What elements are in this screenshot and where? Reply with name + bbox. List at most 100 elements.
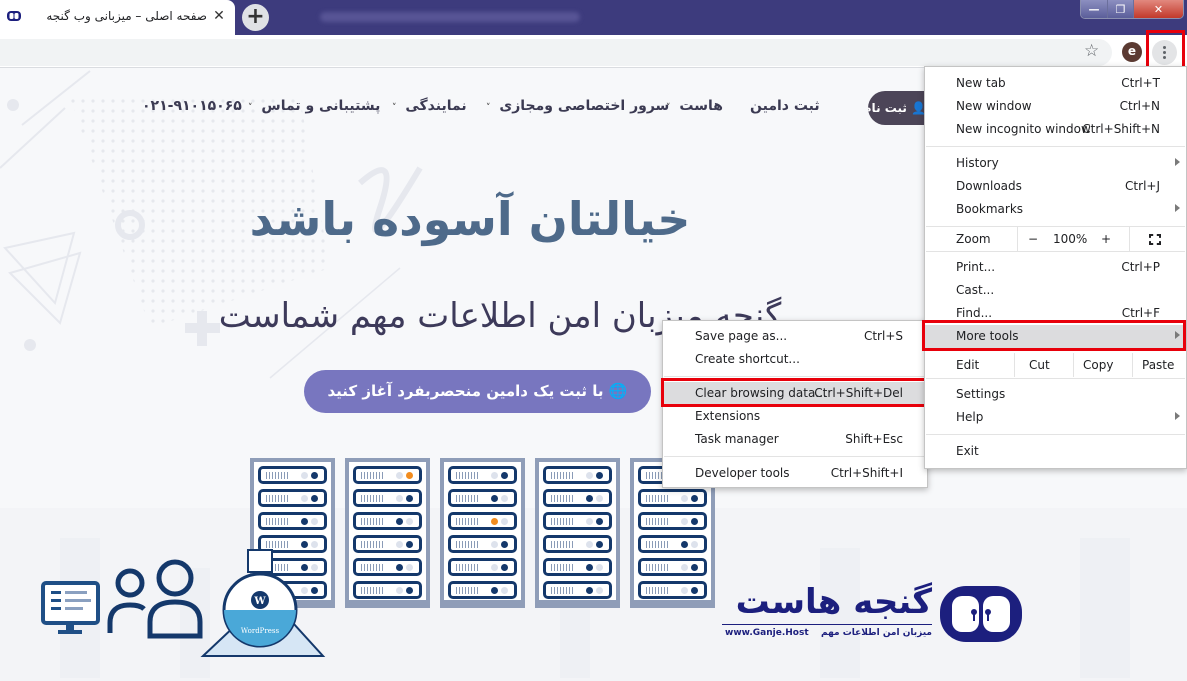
status-led (491, 541, 498, 548)
menu-item-history[interactable]: History (925, 152, 1186, 175)
copy-button[interactable]: Copy (1083, 353, 1113, 377)
blurred-window-title (320, 12, 580, 22)
vent-bars (551, 495, 573, 502)
status-led (596, 587, 603, 594)
menu-item-cast[interactable]: Cast... (925, 279, 1186, 302)
status-led (396, 518, 403, 525)
status-led (406, 495, 413, 502)
server-unit (543, 535, 612, 553)
paste-button[interactable]: Paste (1142, 353, 1174, 377)
status-led (501, 541, 508, 548)
server-unit (258, 512, 327, 530)
menu-item-new-incognito-window[interactable]: New incognito window Ctrl+Shift+N (925, 118, 1186, 141)
nav-label: نمایندگی (405, 98, 467, 114)
status-led (311, 541, 318, 548)
register-domain-cta-button[interactable]: 🌐 با ثبت یک دامین منحصربفرد آغاز کنید (304, 370, 651, 413)
status-led (406, 518, 413, 525)
browser-window: صفحه اصلی – میزبانی وب گنجه ✕ + — ❐ ✕ ☆ … (0, 0, 1187, 681)
dot (1163, 51, 1166, 54)
status-led (681, 518, 688, 525)
vent-bars (551, 541, 573, 548)
vent-bars (646, 495, 668, 502)
menu-item-developer-tools[interactable]: Developer tools Ctrl+Shift+I (663, 462, 927, 485)
menu-label: Extensions (695, 409, 761, 423)
signup-label: ثبت نام (868, 101, 907, 115)
tab-active[interactable]: صفحه اصلی – میزبانی وب گنجه ✕ (0, 0, 235, 35)
nav-item-reseller[interactable]: نمایندگی ˅ (392, 98, 467, 114)
status-led (406, 587, 413, 594)
phone-number[interactable]: ۰۲۱-۹۱۰۱۵۰۶۵ (142, 98, 242, 114)
status-led (681, 495, 688, 502)
menu-separator (926, 434, 1185, 435)
status-led (406, 472, 413, 479)
vent-bars (551, 564, 573, 571)
minimize-button[interactable]: — (1081, 0, 1108, 18)
menu-item-save-page[interactable]: Save page as... Ctrl+S (663, 325, 927, 348)
vent-bars (266, 495, 288, 502)
menu-item-settings[interactable]: Settings (925, 383, 1186, 406)
status-led (691, 518, 698, 525)
close-window-button[interactable]: ✕ (1134, 0, 1183, 18)
menu-item-find[interactable]: Find... Ctrl+F (925, 302, 1186, 325)
menu-item-create-shortcut[interactable]: Create shortcut... (663, 348, 927, 371)
new-tab-button[interactable]: + (242, 4, 269, 31)
menu-shortcut: Ctrl+Shift+Del (814, 386, 903, 400)
vent-bars (456, 495, 478, 502)
menu-label: Clear browsing data... (695, 386, 827, 400)
nav-item-servers[interactable]: سرور اختصاصی ومجازی ˅ (486, 98, 669, 114)
ganje-logo-icon (940, 586, 1022, 642)
server-unit (258, 581, 327, 599)
server-unit (543, 581, 612, 599)
menu-label: Developer tools (695, 466, 790, 480)
profile-avatar[interactable]: e (1122, 42, 1142, 62)
server-unit (543, 489, 612, 507)
menu-item-exit[interactable]: Exit (925, 440, 1186, 463)
menu-item-extensions[interactable]: Extensions (663, 405, 927, 428)
vent-bars (456, 472, 478, 479)
menu-item-downloads[interactable]: Downloads Ctrl+J (925, 175, 1186, 198)
restore-button[interactable]: ❐ (1108, 0, 1134, 18)
menu-item-new-window[interactable]: New window Ctrl+N (925, 95, 1186, 118)
menu-item-print[interactable]: Print... Ctrl+P (925, 256, 1186, 279)
zoom-row: Zoom − 100% + (925, 227, 1186, 251)
close-tab-icon[interactable]: ✕ (211, 8, 227, 24)
server-unit (543, 512, 612, 530)
menu-label: Print... (956, 260, 996, 274)
server-unit (638, 489, 707, 507)
status-led (406, 564, 413, 571)
status-led (596, 472, 603, 479)
address-bar[interactable] (0, 39, 1112, 66)
zoom-level: 100% (1053, 232, 1088, 246)
nav-item-host[interactable]: هاست ˅ (666, 98, 723, 114)
menu-label: New window (956, 99, 1032, 113)
cut-button[interactable]: Cut (1029, 353, 1050, 377)
menu-item-clear-browsing-data[interactable]: Clear browsing data... Ctrl+Shift+Del (663, 382, 927, 405)
menu-item-more-tools[interactable]: More tools (925, 325, 1186, 348)
server-rack (440, 458, 525, 608)
nav-label: ثبت دامین (750, 98, 820, 114)
zoom-in-button[interactable]: + (1101, 227, 1111, 251)
fullscreen-icon[interactable] (1149, 234, 1161, 245)
three-dots-vertical-icon (1163, 46, 1166, 49)
submenu-arrow-icon (1175, 204, 1180, 212)
vent-bars (361, 472, 383, 479)
nav-item-domain[interactable]: ثبت دامین (750, 98, 820, 114)
menu-item-task-manager[interactable]: Task manager Shift+Esc (663, 428, 927, 451)
status-led (396, 564, 403, 571)
server-rack (535, 458, 620, 608)
server-unit (353, 535, 422, 553)
server-unit (258, 466, 327, 484)
vent-bars (456, 518, 478, 525)
chrome-menu-button[interactable] (1152, 40, 1177, 65)
bookmark-star-icon[interactable]: ☆ (1084, 43, 1099, 60)
zoom-label: Zoom (956, 232, 991, 246)
nav-item-support[interactable]: پشتیبانی و تماس ˅ (248, 98, 380, 114)
vent-bars (266, 587, 288, 594)
submenu-arrow-icon (1175, 331, 1180, 339)
zoom-out-button[interactable]: − (1028, 227, 1038, 251)
menu-item-new-tab[interactable]: New tab Ctrl+T (925, 72, 1186, 95)
vent-bars (266, 541, 288, 548)
vent-bars (361, 587, 383, 594)
menu-item-help[interactable]: Help (925, 406, 1186, 429)
menu-item-bookmarks[interactable]: Bookmarks (925, 198, 1186, 221)
